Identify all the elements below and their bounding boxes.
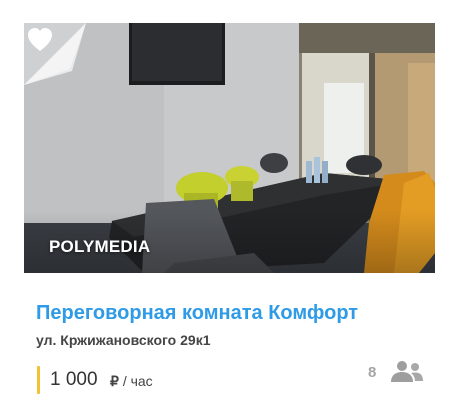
capacity-count: 8	[368, 364, 377, 381]
listing-address: ул. Кржижановского 29к1	[36, 332, 211, 348]
listing-title-link[interactable]: Переговорная комната Комфорт	[36, 302, 358, 325]
favorite-button[interactable]	[24, 23, 86, 85]
brand-label: POLYMEDIA	[49, 237, 151, 256]
price-accent-bar	[37, 366, 40, 394]
room-photo[interactable]: POLYMEDIA	[24, 23, 435, 273]
price-amount: 1 000	[50, 369, 98, 390]
price-unit: ₽ / час	[110, 373, 153, 390]
people-icon	[391, 361, 423, 382]
listing-card[interactable]: POLYMEDIA Переговорная комната Комфорт у…	[0, 0, 460, 401]
currency-symbol: ₽	[110, 373, 119, 389]
price-period: / час	[122, 373, 153, 389]
